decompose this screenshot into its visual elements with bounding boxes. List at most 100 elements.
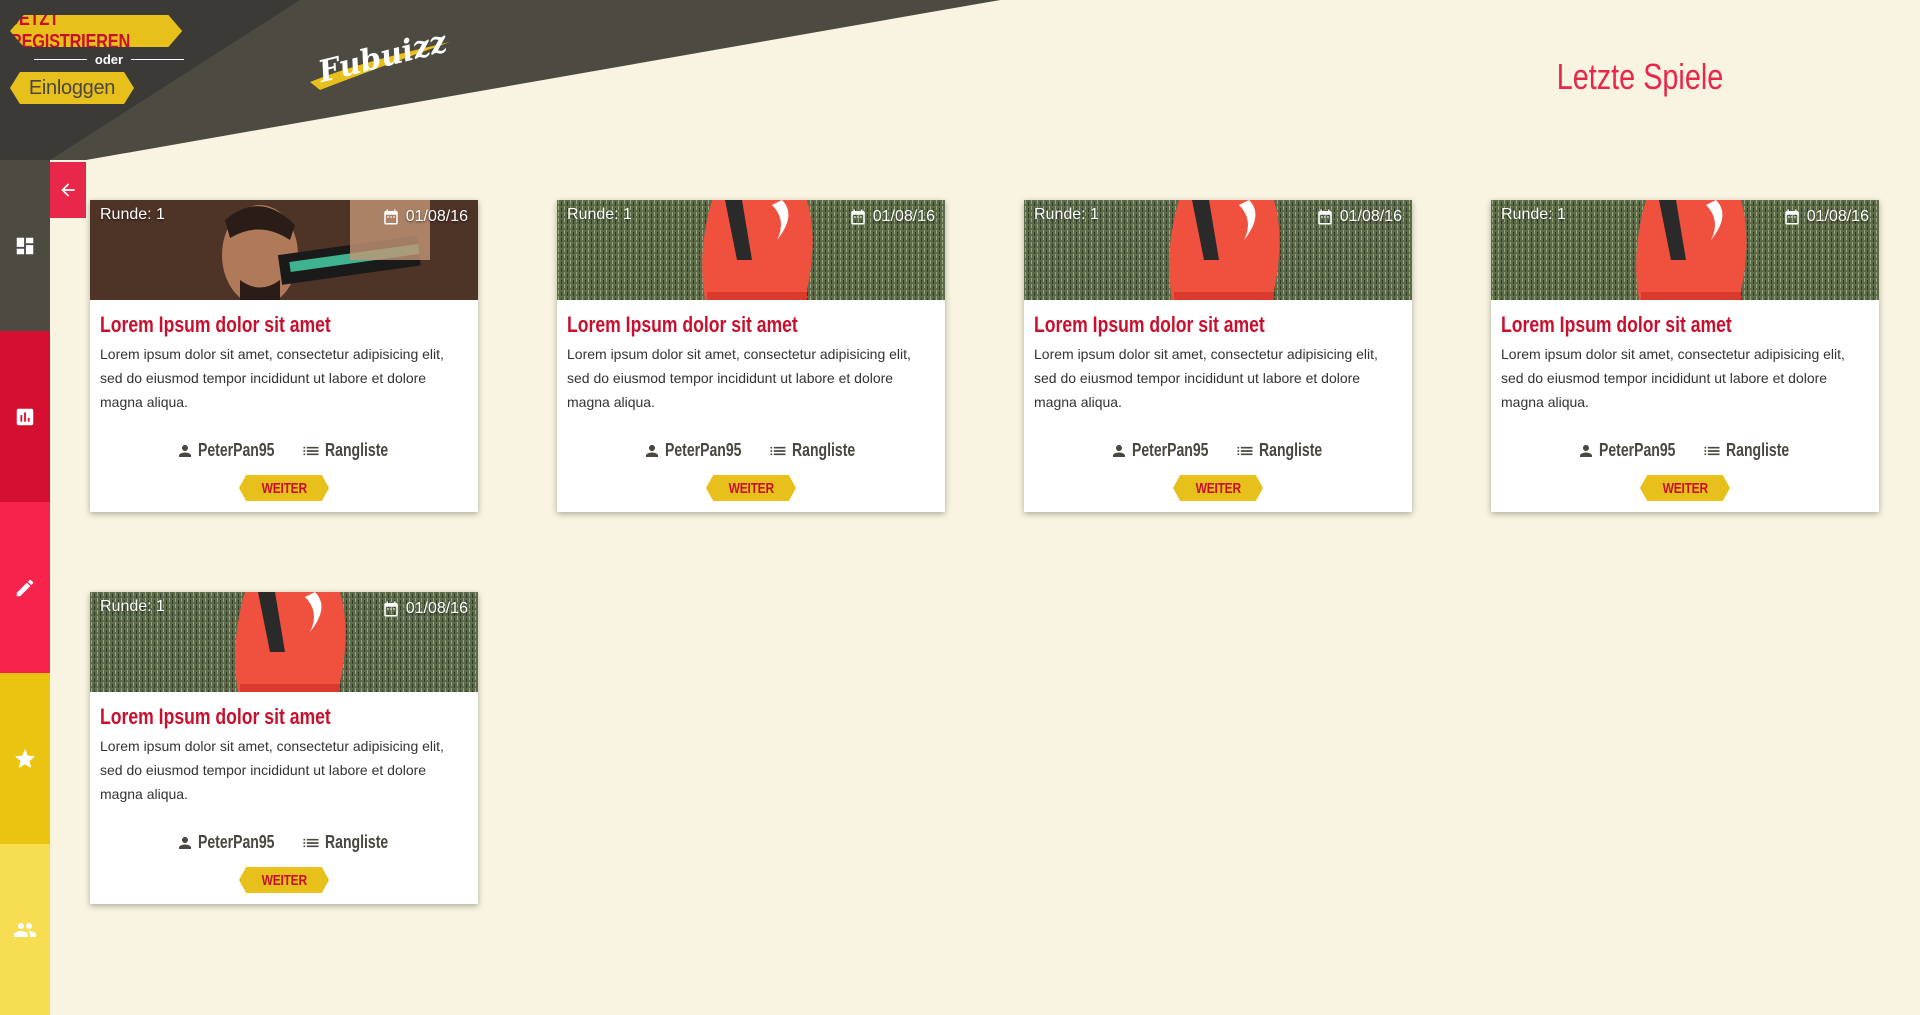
sidebar-item-community[interactable] <box>0 844 50 1015</box>
card-image: Runde: 1 01/08/16 <box>90 592 478 692</box>
card-description: Lorem ipsum dolor sit amet, consectetur … <box>567 346 911 410</box>
card-title: Lorem Ipsum dolor sit amet <box>100 312 331 337</box>
card-ranking-label: Rangliste <box>791 440 855 460</box>
card-ranking-link[interactable]: Rangliste <box>768 440 859 461</box>
list-icon <box>1237 446 1253 455</box>
fubuizz-logo[interactable]: Fubuizz <box>300 22 460 102</box>
card-user[interactable]: PeterPan95 <box>176 832 282 853</box>
card-meta: PeterPan95 Rangliste <box>1024 440 1412 461</box>
star-icon <box>15 748 35 768</box>
card-date: 01/08/16 <box>382 208 468 226</box>
card-date-text: 01/08/16 <box>405 208 468 225</box>
card-date: 01/08/16 <box>1316 208 1402 226</box>
card-date-text: 01/08/16 <box>1339 208 1402 225</box>
card-ranking-link[interactable]: Rangliste <box>301 832 392 853</box>
card-image: Runde: 1 01/08/16 <box>1491 200 1879 300</box>
card-description: Lorem ipsum dolor sit amet, consectetur … <box>100 346 444 410</box>
card-description: Lorem ipsum dolor sit amet, consectetur … <box>1501 346 1845 410</box>
page-title: Letzte Spiele <box>1556 56 1724 97</box>
arrow-left-icon <box>61 183 75 197</box>
card-ranking-label: Rangliste <box>1258 440 1322 460</box>
game-card: Runde: 1 01/08/16 Lorem Ipsum dolor sit … <box>1024 200 1412 512</box>
card-description: Lorem ipsum dolor sit amet, consectetur … <box>1034 346 1378 410</box>
group-icon <box>14 922 36 937</box>
card-date-text: 01/08/16 <box>1806 208 1869 225</box>
game-card: Runde: 1 01/08/16 Lorem Ipsum dolor sit … <box>557 200 945 512</box>
card-meta: PeterPan95 Rangliste <box>557 440 945 461</box>
card-user-name: PeterPan95 <box>1599 440 1676 460</box>
continue-button-label: WEITER <box>728 479 774 497</box>
register-button[interactable]: JETZT REGISTRIEREN <box>10 15 183 47</box>
game-card: Runde: 1 01/08/16 Lorem Ipsum dolor sit … <box>90 200 478 512</box>
card-user[interactable]: PeterPan95 <box>1577 440 1683 461</box>
card-user-name: PeterPan95 <box>1132 440 1209 460</box>
continue-button[interactable]: WEITER <box>706 475 796 501</box>
continue-button-label: WEITER <box>261 871 307 889</box>
sidebar-item-dashboard[interactable] <box>0 160 50 331</box>
card-round: Runde: 1 <box>100 206 165 223</box>
card-date-text: 01/08/16 <box>872 208 935 225</box>
card-ranking-link[interactable]: Rangliste <box>1702 440 1793 461</box>
person-icon <box>1113 444 1126 457</box>
card-user[interactable]: PeterPan95 <box>643 440 749 461</box>
svg-text:Fubuizz: Fubuizz <box>314 24 451 90</box>
card-user-name: PeterPan95 <box>665 440 742 460</box>
card-meta: PeterPan95 Rangliste <box>1491 440 1879 461</box>
card-date: 01/08/16 <box>849 208 935 226</box>
calendar-icon <box>383 601 398 617</box>
continue-button[interactable]: WEITER <box>1173 475 1263 501</box>
sidebar-collapse-button[interactable] <box>50 162 86 218</box>
calendar-icon <box>850 209 865 225</box>
card-meta: PeterPan95 Rangliste <box>90 832 478 853</box>
card-date: 01/08/16 <box>1783 208 1869 226</box>
continue-button-label: WEITER <box>261 479 307 497</box>
card-title: Lorem Ipsum dolor sit amet <box>1501 312 1732 337</box>
card-round: Runde: 1 <box>100 598 165 615</box>
card-date: 01/08/16 <box>382 600 468 618</box>
person-icon <box>646 444 659 457</box>
sidebar-item-edit[interactable] <box>0 502 50 673</box>
card-description: Lorem ipsum dolor sit amet, consectetur … <box>100 738 444 802</box>
card-user[interactable]: PeterPan95 <box>176 440 282 461</box>
or-divider: oder <box>34 52 185 67</box>
card-image: Runde: 1 01/08/16 <box>557 200 945 300</box>
card-user-name: PeterPan95 <box>198 440 275 460</box>
list-icon <box>770 446 786 455</box>
game-card: Runde: 1 01/08/16 Lorem Ipsum dolor sit … <box>1491 200 1879 512</box>
game-card: Runde: 1 01/08/16 Lorem Ipsum dolor sit … <box>90 592 478 904</box>
continue-button-label: WEITER <box>1662 479 1708 497</box>
person-icon <box>1580 444 1593 457</box>
calendar-icon <box>1317 209 1332 225</box>
card-round: Runde: 1 <box>1501 206 1566 223</box>
continue-button[interactable]: WEITER <box>239 867 329 893</box>
list-icon <box>303 838 319 847</box>
card-title: Lorem Ipsum dolor sit amet <box>100 704 331 729</box>
sidebar-item-statistics[interactable] <box>0 331 50 502</box>
card-round: Runde: 1 <box>567 206 632 223</box>
auth-panel: JETZT REGISTRIEREN oder Einloggen <box>10 12 225 104</box>
login-button[interactable]: Einloggen <box>10 72 134 104</box>
card-ranking-link[interactable]: Rangliste <box>301 440 392 461</box>
calendar-icon <box>1784 209 1799 225</box>
card-image: Runde: 1 01/08/16 <box>90 200 478 300</box>
card-image: Runde: 1 01/08/16 <box>1024 200 1412 300</box>
card-title: Lorem Ipsum dolor sit amet <box>567 312 798 337</box>
or-label: oder <box>94 52 124 67</box>
continue-button-label: WEITER <box>1195 479 1241 497</box>
calendar-icon <box>383 209 398 225</box>
sidebar <box>0 160 50 1015</box>
person-icon <box>179 836 192 849</box>
card-ranking-label: Rangliste <box>324 832 388 852</box>
continue-button[interactable]: WEITER <box>239 475 329 501</box>
continue-button[interactable]: WEITER <box>1640 475 1730 501</box>
bar-chart-icon <box>16 408 34 425</box>
pencil-icon <box>16 579 34 596</box>
card-user[interactable]: PeterPan95 <box>1110 440 1216 461</box>
list-icon <box>303 446 319 455</box>
card-title: Lorem Ipsum dolor sit amet <box>1034 312 1265 337</box>
card-round: Runde: 1 <box>1034 206 1099 223</box>
sidebar-item-favorites[interactable] <box>0 673 50 844</box>
card-ranking-link[interactable]: Rangliste <box>1235 440 1326 461</box>
card-meta: PeterPan95 Rangliste <box>90 440 478 461</box>
card-date-text: 01/08/16 <box>405 600 468 617</box>
